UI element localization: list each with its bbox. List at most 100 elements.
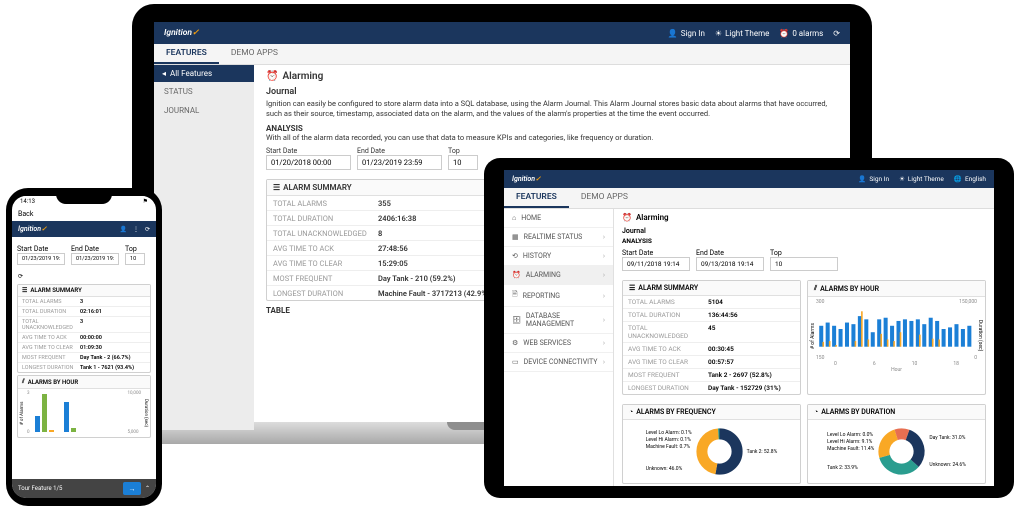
nav-alarming[interactable]: ⏰ALARMING› <box>504 266 613 285</box>
tour-next-button[interactable]: → <box>123 482 141 495</box>
analysis-heading: ANALYSIS <box>622 237 986 245</box>
pie-label: Tank 2: 52.8% <box>747 449 778 455</box>
brand-logo: Ignition✓ <box>18 225 47 233</box>
y-axis-label: # of Alarms <box>810 323 816 349</box>
y-axis-label: # of Alarms <box>20 391 25 435</box>
top-label: Top <box>125 245 145 253</box>
chart-icon: ⫽ <box>814 284 817 293</box>
brand-logo: Ignition✓ <box>512 175 541 183</box>
sign-in-link[interactable]: 👤 Sign In <box>858 175 889 183</box>
top-input[interactable] <box>125 253 145 265</box>
end-date-label: End Date <box>357 147 442 155</box>
status-signal-icon: ⚑ <box>143 198 148 205</box>
db-icon: 🗄 <box>512 316 521 324</box>
list-icon: ☰ <box>273 183 280 192</box>
alarms-by-hour-panel: ⫽ALARMS BY HOUR # of Alarms 300150,000 1… <box>807 280 986 395</box>
sign-in-link[interactable]: 👤 Sign In <box>668 29 705 38</box>
refresh-icon[interactable]: ⟳ <box>833 29 840 38</box>
alarms-by-frequency-panel: ◔ALARMS BY FREQUENCY Level Lo Alarm: 0.1… <box>622 404 801 484</box>
status-icon: ▦ <box>512 233 519 241</box>
pie-label: Machine Fault: 0.7% <box>646 444 692 451</box>
alarm-summary-panel: ☰ALARM SUMMARY TOTAL ALARMS5104 TOTAL DU… <box>622 280 801 395</box>
phone-screen: 14:13 ⚑ Back Ignition✓ 👤 ⋮ ⟳ Start Date … <box>12 196 156 498</box>
start-date-label: Start Date <box>622 249 690 257</box>
nav-history[interactable]: ⟲HISTORY› <box>504 247 613 266</box>
sidebar: ◂ All Features STATUS JOURNAL <box>154 65 254 430</box>
tab-features[interactable]: FEATURES <box>504 188 569 208</box>
tablet-sidebar: ⌂HOME ▦REALTIME STATUS› ⟲HISTORY› ⏰ALARM… <box>504 209 614 486</box>
tab-features[interactable]: FEATURES <box>154 44 219 64</box>
start-date-label: Start Date <box>17 245 65 253</box>
chart-icon: ⫽ <box>22 378 25 386</box>
nav-database[interactable]: 🗄DATABASE MANAGEMENT› <box>504 307 613 334</box>
nav-web-services[interactable]: ⚙WEB SERVICES› <box>504 334 613 353</box>
top-label: Top <box>770 249 838 257</box>
app-header: Ignition✓ 👤 ⋮ ⟳ <box>12 221 156 237</box>
tour-footer: Tour Feature 1/5 → ⌃ <box>12 479 156 498</box>
phone-device: 14:13 ⚑ Back Ignition✓ 👤 ⋮ ⟳ Start Date … <box>6 188 162 506</box>
pie-label: Level Lo Alarm: 0.1% <box>646 430 692 437</box>
status-time: 14:13 <box>20 198 35 205</box>
pie-label: Day Tank: 31.0% <box>929 435 966 442</box>
end-date-input[interactable] <box>696 257 764 271</box>
refresh-icon[interactable]: ⟳ <box>18 273 23 280</box>
sidebar-item-status[interactable]: STATUS <box>154 82 254 101</box>
tab-demo-apps[interactable]: DEMO APPS <box>219 44 290 64</box>
app-header: Ignition✓ 👤 Sign In ☀ Light Theme ⏰ 0 al… <box>154 22 850 44</box>
top-tabs: FEATURES DEMO APPS <box>154 44 850 65</box>
language-toggle[interactable]: 🌐 English <box>954 175 986 183</box>
nav-reporting[interactable]: 🗎REPORTING› <box>504 285 613 307</box>
analysis-heading: ANALYSIS <box>266 124 838 133</box>
tablet-screen: Ignition✓ 👤 Sign In ☀ Light Theme 🌐 Engl… <box>504 170 994 486</box>
end-date-label: End Date <box>71 245 119 253</box>
history-icon: ⟲ <box>512 252 518 260</box>
pie-label: Unknown: 46.0% <box>646 466 692 473</box>
alarm-summary-panel: ☰ALARM SUMMARY TOTAL ALARMS3 TOTAL DURAT… <box>17 284 151 373</box>
tab-demo-apps[interactable]: DEMO APPS <box>569 188 640 208</box>
start-date-input[interactable] <box>266 155 351 170</box>
device-icon: ▭ <box>512 358 519 366</box>
nav-device[interactable]: ▭DEVICE CONNECTIVITY› <box>504 353 613 372</box>
app-header: Ignition✓ 👤 Sign In ☀ Light Theme 🌐 Engl… <box>504 170 994 188</box>
expand-icon[interactable]: ⌃ <box>145 485 150 492</box>
start-date-label: Start Date <box>266 147 351 155</box>
alarms-by-duration-panel: ◔ALARMS BY DURATION Level Lo Alarm: 0.0%… <box>807 404 986 484</box>
y2-axis-label: Duration (sec) <box>143 391 148 435</box>
sidebar-all-features[interactable]: ◂ All Features <box>154 65 254 82</box>
pie-label: Level Lo Alarm: 0.0% <box>827 432 874 439</box>
pie-label: Unknown: 24.6% <box>929 462 966 469</box>
top-input[interactable] <box>448 155 478 170</box>
page-title: ⏰Alarming <box>266 71 838 82</box>
menu-icon[interactable]: ⋮ <box>133 226 139 233</box>
user-icon[interactable]: 👤 <box>119 226 126 233</box>
bar-chart <box>32 391 126 435</box>
sidebar-item-journal[interactable]: JOURNAL <box>154 101 254 120</box>
back-button[interactable]: Back <box>12 207 156 221</box>
journal-paragraph: Ignition can easily be configured to sto… <box>266 99 838 119</box>
end-date-input[interactable] <box>71 253 119 265</box>
end-date-input[interactable] <box>357 155 442 170</box>
analysis-paragraph: With all of the alarm data recorded, you… <box>266 133 838 143</box>
pie-chart <box>874 424 929 479</box>
refresh-icon[interactable]: ⟳ <box>145 226 150 233</box>
nav-realtime[interactable]: ▦REALTIME STATUS› <box>504 228 613 247</box>
top-tabs: FEATURES DEMO APPS <box>504 188 994 209</box>
alarms-indicator[interactable]: ⏰ 0 alarms <box>779 29 823 38</box>
alarms-by-hour-panel: ⫽ALARMS BY HOUR # of Alarms 30 10,0005,0… <box>17 375 151 438</box>
alarm-icon: ⏰ <box>622 213 632 222</box>
nav-home[interactable]: ⌂HOME <box>504 209 613 228</box>
bar-chart <box>816 305 977 353</box>
top-input[interactable] <box>770 257 838 271</box>
end-date-label: End Date <box>696 249 764 257</box>
page-title: ⏰Alarming <box>622 213 986 222</box>
start-date-input[interactable] <box>17 253 65 265</box>
alarm-icon: ⏰ <box>512 271 521 279</box>
brand-logo: Ignition✓ <box>164 28 199 38</box>
top-label: Top <box>448 147 478 155</box>
theme-toggle[interactable]: ☀ Light Theme <box>715 29 769 38</box>
home-icon: ⌂ <box>512 214 516 222</box>
pie-label: Level Hi Alarm: 0.1% <box>646 437 692 444</box>
pie-label: Tank 2: 33.9% <box>827 465 874 472</box>
start-date-input[interactable] <box>622 257 690 271</box>
theme-toggle[interactable]: ☀ Light Theme <box>899 175 944 183</box>
